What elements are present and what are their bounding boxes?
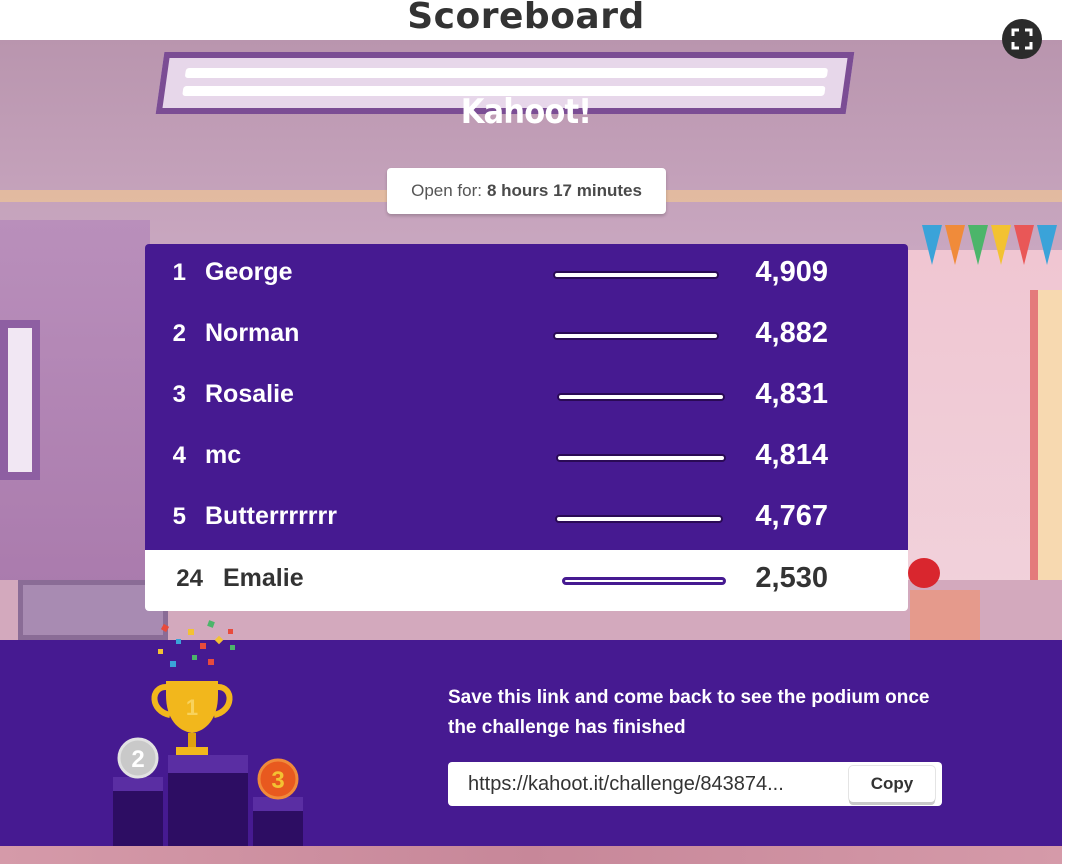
current-player-row: 24 Emalie 2,530 — [145, 550, 908, 611]
fullscreen-icon — [1011, 28, 1033, 50]
svg-text:3: 3 — [271, 767, 284, 794]
score-bar — [556, 454, 726, 462]
leaderboard-row: 2 Norman 4,882 — [145, 305, 908, 366]
open-for-badge: Open for: 8 hours 17 minutes — [387, 168, 666, 214]
fullscreen-button[interactable] — [1002, 19, 1042, 59]
player-name: Emalie — [223, 564, 304, 592]
score-bar — [553, 332, 719, 340]
player-score: 4,909 — [755, 256, 828, 288]
leaderboard-row: 3 Rosalie 4,831 — [145, 366, 908, 427]
rank: 5 — [172, 503, 186, 530]
svg-text:2: 2 — [131, 746, 144, 773]
score-bar — [555, 515, 723, 523]
rank: 4 — [172, 442, 186, 469]
apple-decoration — [908, 558, 940, 588]
player-name: George — [205, 258, 293, 286]
trophy-icon: 1 — [151, 681, 233, 755]
leaderboard-row: 4 mc 4,814 — [145, 427, 908, 488]
player-name: Norman — [205, 319, 300, 347]
player-score: 4,831 — [755, 378, 828, 410]
score-bar — [562, 577, 726, 585]
open-for-label: Open for: — [411, 181, 482, 200]
player-name: Rosalie — [205, 380, 294, 408]
page-title: Scoreboard — [407, 0, 645, 37]
title-bar: Scoreboard — [0, 0, 1066, 40]
player-score: 4,882 — [755, 317, 828, 349]
player-score: 4,767 — [755, 500, 828, 532]
score-bar — [557, 393, 725, 401]
save-link-message: Save this link and come back to see the … — [448, 687, 930, 738]
rank: 1 — [172, 259, 186, 286]
player-score: 2,530 — [755, 562, 828, 594]
copy-button[interactable]: Copy — [849, 766, 935, 802]
challenge-link-box: Copy — [448, 762, 942, 806]
svg-text:1: 1 — [186, 695, 198, 720]
player-score: 4,814 — [755, 439, 828, 471]
rank: 24 — [176, 565, 203, 592]
open-for-value: 8 hours 17 minutes — [486, 181, 642, 200]
leaderboard-row: 5 Butterrrrrrr 4,767 — [145, 488, 908, 549]
trophy-podium-illustration: 1 2 3 — [113, 620, 303, 846]
kahoot-logo: Kahoot! — [460, 92, 592, 132]
rank: 2 — [172, 320, 186, 347]
leaderboard-row: 1 George 4,909 — [145, 244, 908, 305]
player-name: Butterrrrrrr — [205, 502, 337, 530]
rank: 3 — [172, 381, 186, 408]
score-bar — [553, 271, 719, 279]
challenge-link-input[interactable] — [448, 762, 844, 806]
confetti-icon — [158, 620, 235, 667]
floor-strip — [0, 846, 1062, 864]
player-name: mc — [205, 441, 242, 469]
leaderboard: 1 George 4,909 2 Norman 4,882 3 Rosalie … — [145, 244, 908, 550]
